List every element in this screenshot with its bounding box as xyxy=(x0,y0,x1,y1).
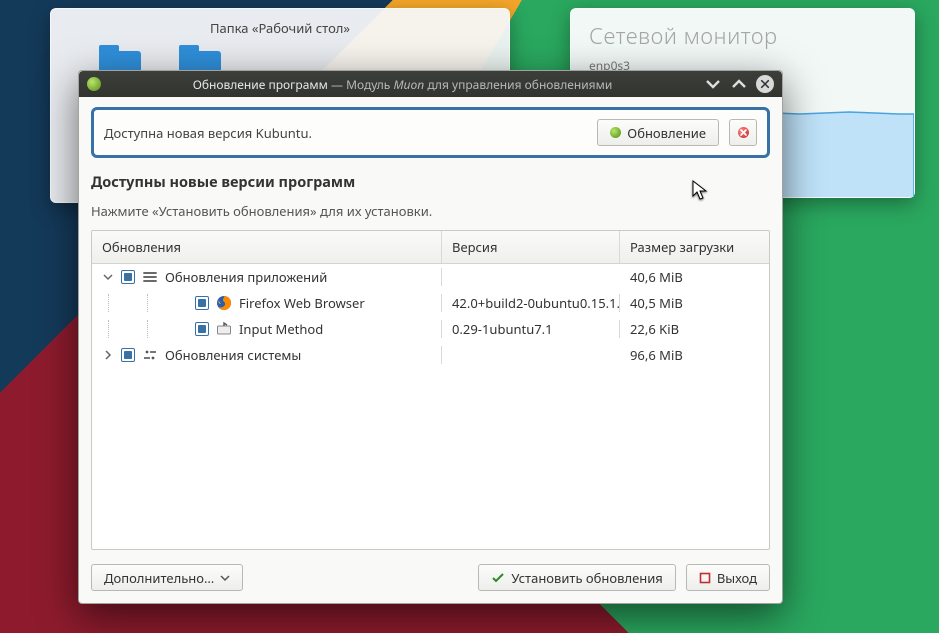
firefox-icon xyxy=(216,295,232,311)
column-version[interactable]: Версия xyxy=(442,231,620,263)
release-upgrade-button[interactable]: Обновление xyxy=(597,119,719,146)
column-size[interactable]: Размер загрузки xyxy=(620,231,769,263)
group-label: Обновления приложений xyxy=(165,268,327,286)
quit-icon xyxy=(699,572,711,584)
item-name: Firefox Web Browser xyxy=(239,294,365,312)
more-options-label: Дополнительно… xyxy=(104,569,214,587)
update-group-row[interactable]: Обновления системы 96,6 MiB xyxy=(92,342,769,368)
updates-heading: Доступны новые версии программ xyxy=(91,168,770,192)
input-icon xyxy=(216,321,232,337)
item-name: Input Method xyxy=(239,320,323,338)
upgrade-icon xyxy=(610,127,621,138)
apps-icon xyxy=(142,269,158,285)
titlebar[interactable]: Обновление программ — Модуль Muon для уп… xyxy=(79,71,782,97)
update-item-row[interactable]: Input Method 0.29-1ubuntu7.122,6 KiB xyxy=(92,316,769,342)
muon-updater-window: Обновление программ — Модуль Muon для уп… xyxy=(78,70,783,604)
update-group-row[interactable]: Обновления приложений 40,6 MiB xyxy=(92,264,769,290)
item-version: 42.0+build2-0ubuntu0.15.1… xyxy=(442,294,620,312)
close-button[interactable] xyxy=(756,75,774,93)
item-size: 40,5 MiB xyxy=(620,294,769,312)
install-updates-button[interactable]: Установить обновления xyxy=(478,564,675,591)
update-item-row[interactable]: Firefox Web Browser 42.0+build2-0ubuntu0.… xyxy=(92,290,769,316)
quit-label: Выход xyxy=(717,569,757,587)
group-size: 96,6 MiB xyxy=(620,346,769,364)
group-checkbox[interactable] xyxy=(121,348,135,362)
group-label: Обновления системы xyxy=(165,346,301,364)
column-updates[interactable]: Обновления xyxy=(92,231,442,263)
dismiss-banner-button[interactable] xyxy=(729,119,757,146)
system-icon xyxy=(142,347,158,363)
item-checkbox[interactable] xyxy=(195,322,209,336)
banner-message: Доступна новая версия Kubuntu. xyxy=(104,124,587,142)
table-header: Обновления Версия Размер загрузки xyxy=(92,231,769,264)
app-icon xyxy=(87,77,101,91)
chevron-down-icon xyxy=(220,573,230,583)
group-size: 40,6 MiB xyxy=(620,268,769,286)
network-monitor-title: Сетевой монитор xyxy=(589,21,896,51)
desktop-folder-title: Папка «Рабочий стол» xyxy=(51,9,509,41)
updates-subheading: Нажмите «Установить обновления» для их у… xyxy=(91,202,770,220)
release-upgrade-banner: Доступна новая версия Kubuntu. Обновлени… xyxy=(91,107,770,158)
item-size: 22,6 KiB xyxy=(620,320,769,338)
maximize-button[interactable] xyxy=(730,75,748,93)
window-title: Обновление программ — Модуль Muon для уп… xyxy=(109,76,696,93)
install-updates-label: Установить обновления xyxy=(511,569,662,587)
item-version: 0.29-1ubuntu7.1 xyxy=(442,320,620,338)
check-icon xyxy=(491,571,505,585)
more-options-button[interactable]: Дополнительно… xyxy=(91,564,243,591)
updates-table: Обновления Версия Размер загрузки Обновл… xyxy=(91,230,770,550)
quit-button[interactable]: Выход xyxy=(686,564,770,591)
expand-icon[interactable] xyxy=(102,350,114,360)
collapse-icon[interactable] xyxy=(102,272,114,282)
release-upgrade-label: Обновление xyxy=(627,124,706,142)
minimize-button[interactable] xyxy=(704,75,722,93)
group-checkbox[interactable] xyxy=(121,270,135,284)
item-checkbox[interactable] xyxy=(195,296,209,310)
close-icon xyxy=(738,127,749,138)
